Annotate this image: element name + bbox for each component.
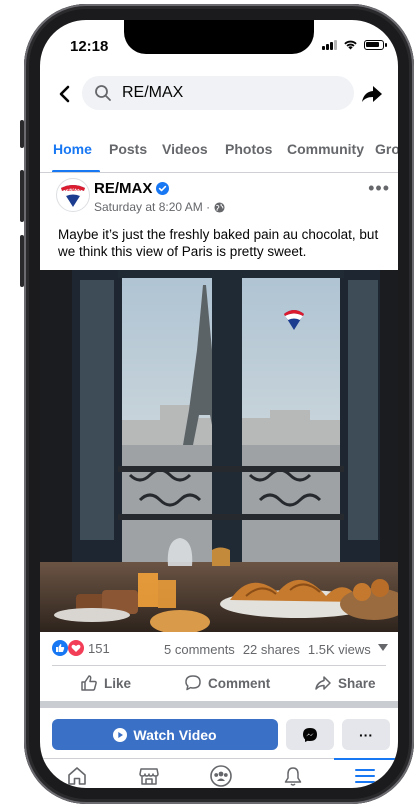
views-count: 1.5K views bbox=[307, 642, 371, 657]
avatar[interactable]: RE/MAX bbox=[56, 178, 90, 212]
watch-video-button[interactable]: Watch Video bbox=[52, 719, 278, 750]
watch-video-label: Watch Video bbox=[133, 726, 217, 743]
active-tab-indicator bbox=[52, 170, 100, 172]
messenger-icon bbox=[303, 727, 317, 742]
messenger-button[interactable] bbox=[286, 719, 334, 750]
home-icon[interactable] bbox=[64, 763, 90, 788]
share-label: Share bbox=[338, 675, 376, 691]
like-reaction-icon bbox=[52, 640, 68, 656]
screen: 12:18 RE/MAX Home Posts Videos Photos Co… bbox=[40, 20, 398, 788]
tab-home[interactable]: Home bbox=[53, 141, 92, 157]
groups-icon[interactable] bbox=[208, 763, 234, 788]
more-options-button[interactable]: ··· bbox=[342, 719, 390, 750]
verified-icon bbox=[156, 182, 170, 195]
post-author[interactable]: RE/MAX bbox=[94, 180, 170, 197]
page-tabs: Home Posts Videos Photos Community Gro bbox=[40, 132, 398, 173]
post-stats: 5 comments 22 shares 1.5K views bbox=[164, 642, 371, 657]
share-icon bbox=[315, 676, 331, 690]
menu-icon[interactable] bbox=[352, 763, 378, 788]
signal-icon bbox=[322, 39, 337, 50]
divider bbox=[52, 665, 386, 666]
shares-count[interactable]: 22 shares bbox=[243, 642, 300, 657]
post-options-icon[interactable]: ••• bbox=[368, 178, 390, 199]
battery-icon bbox=[364, 39, 387, 50]
post-meta: Saturday at 8:20 AM · bbox=[94, 200, 225, 214]
share-arrow-icon[interactable] bbox=[360, 82, 384, 106]
search-icon bbox=[95, 85, 111, 101]
share-button[interactable]: Share bbox=[314, 674, 376, 692]
post-text: Maybe it’s just the freshly baked pain a… bbox=[58, 227, 379, 259]
search-input[interactable]: RE/MAX bbox=[82, 76, 354, 110]
like-button[interactable]: Like bbox=[80, 674, 131, 692]
post-timestamp[interactable]: Saturday at 8:20 AM · bbox=[94, 200, 210, 214]
phone-side-button bbox=[20, 120, 24, 148]
like-icon bbox=[81, 675, 97, 691]
comment-icon bbox=[185, 675, 201, 691]
like-label: Like bbox=[104, 675, 132, 691]
cta-row: Watch Video ··· bbox=[40, 719, 398, 751]
search-query: RE/MAX bbox=[122, 84, 184, 101]
comment-label: Comment bbox=[208, 675, 271, 691]
tab-videos[interactable]: Videos bbox=[162, 141, 208, 157]
marketplace-icon[interactable] bbox=[136, 763, 162, 788]
comments-count[interactable]: 5 comments bbox=[164, 642, 235, 657]
back-icon[interactable] bbox=[54, 83, 76, 105]
status-icons bbox=[322, 39, 387, 50]
notifications-icon[interactable] bbox=[280, 763, 306, 788]
svg-text:RE/MAX: RE/MAX bbox=[65, 187, 81, 192]
wifi-icon bbox=[344, 40, 357, 50]
notch bbox=[124, 20, 314, 54]
active-nav-indicator bbox=[334, 758, 398, 760]
tab-community[interactable]: Community bbox=[287, 141, 364, 157]
top-bar: RE/MAX bbox=[40, 74, 398, 114]
post-author-name[interactable]: RE/MAX bbox=[94, 180, 152, 197]
caret-down-icon[interactable] bbox=[378, 644, 388, 652]
tab-posts[interactable]: Posts bbox=[109, 141, 147, 157]
feed-separator bbox=[40, 701, 398, 708]
globe-icon bbox=[214, 201, 225, 213]
reaction-count: 151 bbox=[88, 640, 110, 656]
status-time: 12:18 bbox=[70, 38, 109, 55]
play-icon bbox=[113, 727, 128, 742]
post-actions: Like Comment Share bbox=[40, 670, 398, 698]
tab-photos[interactable]: Photos bbox=[225, 141, 272, 157]
remax-balloon-logo: RE/MAX bbox=[61, 185, 85, 207]
phone-volume-up bbox=[20, 170, 24, 222]
reactions-summary[interactable]: 151 bbox=[52, 640, 110, 656]
comment-button[interactable]: Comment bbox=[184, 674, 270, 692]
tab-groups[interactable]: Gro bbox=[375, 141, 398, 157]
love-reaction-icon bbox=[68, 640, 84, 656]
paris-window-photo bbox=[40, 270, 398, 632]
post-image[interactable] bbox=[40, 270, 398, 632]
bottom-navigation bbox=[40, 758, 398, 788]
phone-volume-down bbox=[20, 235, 24, 287]
